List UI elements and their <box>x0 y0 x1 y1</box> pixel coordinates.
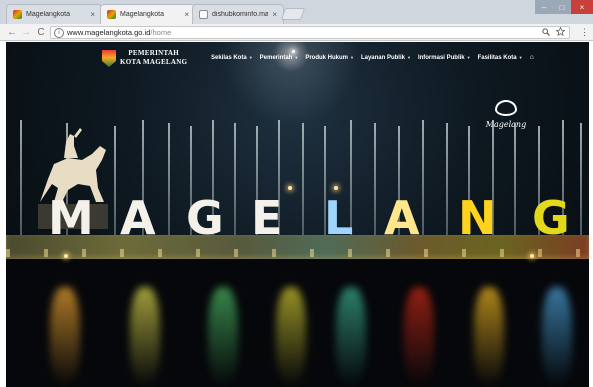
url-host: www.magelangkota.go.id <box>67 28 151 37</box>
forward-button[interactable]: → <box>20 26 32 38</box>
sign-letter: M <box>48 191 94 245</box>
light-reflection <box>474 287 504 387</box>
nav-label: Fasilitas Kota <box>477 54 517 61</box>
chevron-down-icon: ▼ <box>349 54 354 60</box>
nav-label: Pemerintah <box>259 54 293 61</box>
street-lamp <box>288 186 292 190</box>
sky-light <box>292 50 295 53</box>
browser-menu-icon[interactable]: ⋮ <box>580 27 589 38</box>
tab-title: dishubkominfo.magelan <box>212 11 269 18</box>
light-reflection <box>336 287 366 387</box>
nav-produk-hukum[interactable]: Produk Hukum ▼ <box>305 55 354 61</box>
street-lamp <box>334 186 338 190</box>
close-icon[interactable]: × <box>272 10 277 19</box>
sign-letter: G <box>186 191 224 245</box>
maximize-button[interactable]: □ <box>553 0 571 14</box>
nav-pemerintah[interactable]: Pemerintah ▼ <box>260 55 299 61</box>
page-viewport: PEMERINTAH KOTA MAGELANG Sekilas Kota ▼ P… <box>6 42 589 387</box>
browser-tab-1[interactable]: Magelangkota × <box>6 4 102 24</box>
sign-letter: L <box>324 191 354 245</box>
sign-letter: A <box>384 191 420 245</box>
city-logo-icon <box>107 10 116 19</box>
nav-informasi-publik[interactable]: Informasi Publik ▼ <box>418 55 471 61</box>
nav-label: Layanan Publik <box>360 54 405 61</box>
magelang-brand-logo: Magelang <box>482 100 530 142</box>
home-icon[interactable]: ⌂ <box>530 54 534 61</box>
chevron-down-icon: ▼ <box>406 54 411 60</box>
window-close-button[interactable]: × <box>571 0 593 14</box>
nav-label: Informasi Publik <box>417 54 465 61</box>
street-lamp <box>530 254 534 258</box>
light-reflection <box>404 287 434 387</box>
chevron-down-icon: ▼ <box>248 54 253 60</box>
magelang-sign: M A G E L A N G <box>48 194 588 242</box>
sign-letter: A <box>120 191 156 245</box>
wall-lights <box>6 249 589 257</box>
brand-mark-icon <box>495 100 517 116</box>
light-reflection <box>130 287 160 387</box>
sign-letter: E <box>251 191 283 245</box>
zoom-icon[interactable] <box>542 27 550 38</box>
close-icon[interactable]: × <box>184 10 189 19</box>
nav-sekilas-kota[interactable]: Sekilas Kota ▼ <box>211 55 253 61</box>
chevron-down-icon: ▼ <box>518 54 523 60</box>
info-icon[interactable]: i <box>54 27 64 38</box>
light-reflection <box>542 287 572 387</box>
url-path: /home <box>150 28 172 37</box>
brand-script: Magelang <box>485 120 527 129</box>
chevron-down-icon: ▼ <box>466 54 471 60</box>
back-button[interactable]: ← <box>6 26 18 38</box>
document-icon <box>199 10 208 19</box>
city-logo-icon <box>13 10 22 19</box>
nav-label: Sekilas Kota <box>211 54 247 61</box>
star-icon[interactable] <box>555 26 566 38</box>
site-name[interactable]: PEMERINTAH KOTA MAGELANG <box>120 49 187 67</box>
tab-title: Magelangkota <box>26 11 70 18</box>
light-reflection <box>50 287 80 387</box>
browser-toolbar: ← → C i www.magelangkota.go.id/home ⋮ <box>0 24 593 41</box>
site-name-line1: PEMERINTAH <box>128 49 180 57</box>
reload-button[interactable]: C <box>35 26 47 38</box>
browser-tab-2[interactable]: Magelangkota × <box>100 4 196 24</box>
browser-tab-3[interactable]: dishubkominfo.magelan × <box>192 4 284 24</box>
light-reflection <box>208 287 238 387</box>
site-nav: Sekilas Kota ▼ Pemerintah ▼ Produk Hukum ▼ … <box>211 54 534 61</box>
sign-letter: G <box>532 191 570 245</box>
chevron-down-icon: ▼ <box>294 54 299 60</box>
browser-tabstrip: Magelangkota × Magelangkota × dishubkomi… <box>0 0 593 24</box>
close-icon[interactable]: × <box>90 10 95 19</box>
nav-fasilitas-kota[interactable]: Fasilitas Kota ▼ <box>478 55 523 61</box>
nav-label: Produk Hukum <box>305 54 348 61</box>
light-reflection <box>276 287 306 387</box>
street-lamp <box>64 254 68 258</box>
nav-layanan-publik[interactable]: Layanan Publik ▼ <box>361 55 411 61</box>
tab-title: Magelangkota <box>120 11 164 18</box>
new-tab-button[interactable] <box>280 8 306 20</box>
minimize-button[interactable]: – <box>535 0 553 14</box>
address-bar[interactable]: i www.magelangkota.go.id/home <box>50 26 570 39</box>
site-name-line2: KOTA MAGELANG <box>120 58 188 66</box>
sign-letter: N <box>458 191 497 245</box>
